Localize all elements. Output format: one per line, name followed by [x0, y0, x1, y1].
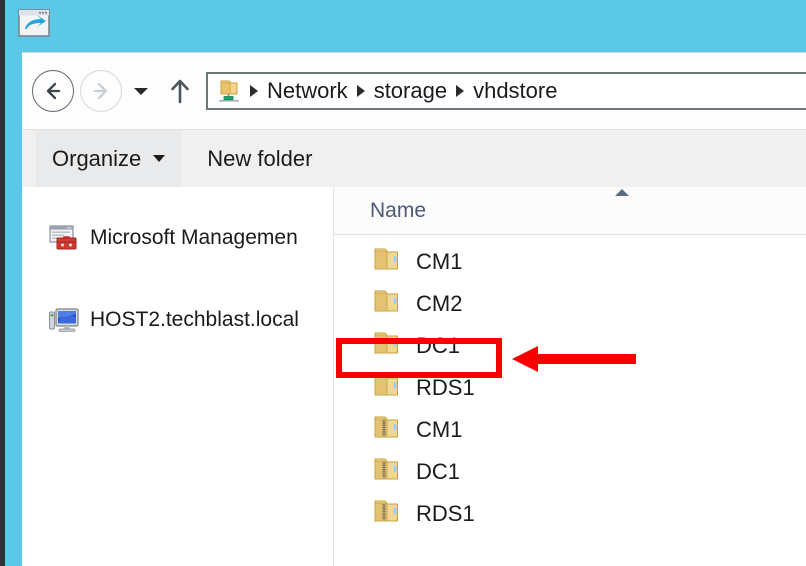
folder-icon [372, 289, 402, 319]
list-item-label: CM1 [416, 249, 463, 274]
compressed-folder-icon [372, 415, 402, 445]
command-toolbar: Organize New folder [22, 129, 806, 188]
column-header-row: Name [334, 187, 806, 235]
breadcrumb-separator-icon [356, 85, 365, 97]
new-folder-label: New folder [207, 145, 313, 171]
breadcrumb-separator-icon [456, 85, 465, 97]
address-bar[interactable]: Network storage vhdstore [206, 72, 806, 110]
breadcrumb-separator-icon [250, 85, 258, 97]
new-folder-button[interactable]: New folder [193, 130, 326, 188]
list-item-label: DC1 [416, 459, 461, 484]
breadcrumb-item-network[interactable]: Network [262, 78, 353, 104]
compressed-folder-icon [372, 457, 402, 487]
file-list: CM1 CM2 DC1 RDS1 CM1 DC1 RDS1 [334, 235, 806, 535]
up-one-level-button[interactable] [162, 71, 198, 111]
sidebar-item-microsoft-management[interactable]: Microsoft Managemen [22, 217, 333, 259]
computer-icon [48, 305, 79, 335]
network-folder-icon [216, 78, 242, 104]
breadcrumb-item-storage[interactable]: storage [369, 78, 452, 104]
breadcrumb-item-vhdstore[interactable]: vhdstore [468, 78, 562, 104]
sidebar-item-label: HOST2.techblast.local [90, 308, 299, 331]
column-header-name[interactable]: Name [370, 199, 426, 223]
chevron-down-icon [134, 87, 148, 95]
forward-button[interactable] [80, 70, 122, 112]
back-button[interactable] [32, 70, 74, 112]
organize-button[interactable]: Organize [36, 129, 182, 188]
list-item[interactable]: CM1 [334, 409, 806, 451]
sort-ascending-icon [615, 189, 629, 196]
list-item[interactable]: DC1 [334, 451, 806, 493]
file-explorer-window: Network storage vhdstore Organize New fo… [22, 52, 806, 566]
annotation-left-arrow [512, 344, 636, 374]
list-item[interactable]: CM2 [334, 283, 806, 325]
list-item[interactable]: CM1 [334, 241, 806, 283]
recent-locations-button[interactable] [124, 71, 158, 111]
list-item-label: CM2 [416, 291, 463, 316]
navigation-bar: Network storage vhdstore [22, 53, 806, 129]
folder-icon [372, 247, 402, 277]
desktop-frame-edge [0, 0, 5, 566]
sidebar-item-host2[interactable]: HOST2.techblast.local [22, 299, 333, 341]
window-shortcut-icon [18, 8, 50, 38]
list-item-label: RDS1 [416, 375, 475, 400]
list-item-label: RDS1 [416, 501, 475, 526]
mmc-console-icon [48, 223, 78, 253]
chevron-down-icon [153, 155, 166, 162]
navigation-pane[interactable]: Microsoft Managemen HOST2.techblast.loca… [22, 187, 334, 566]
compressed-folder-icon [372, 499, 402, 529]
list-item[interactable]: RDS1 [334, 493, 806, 535]
sidebar-item-label: Microsoft Managemen [90, 226, 298, 249]
organize-label: Organize [52, 145, 142, 171]
annotation-highlight-box [336, 338, 502, 378]
list-item-label: CM1 [416, 417, 463, 442]
